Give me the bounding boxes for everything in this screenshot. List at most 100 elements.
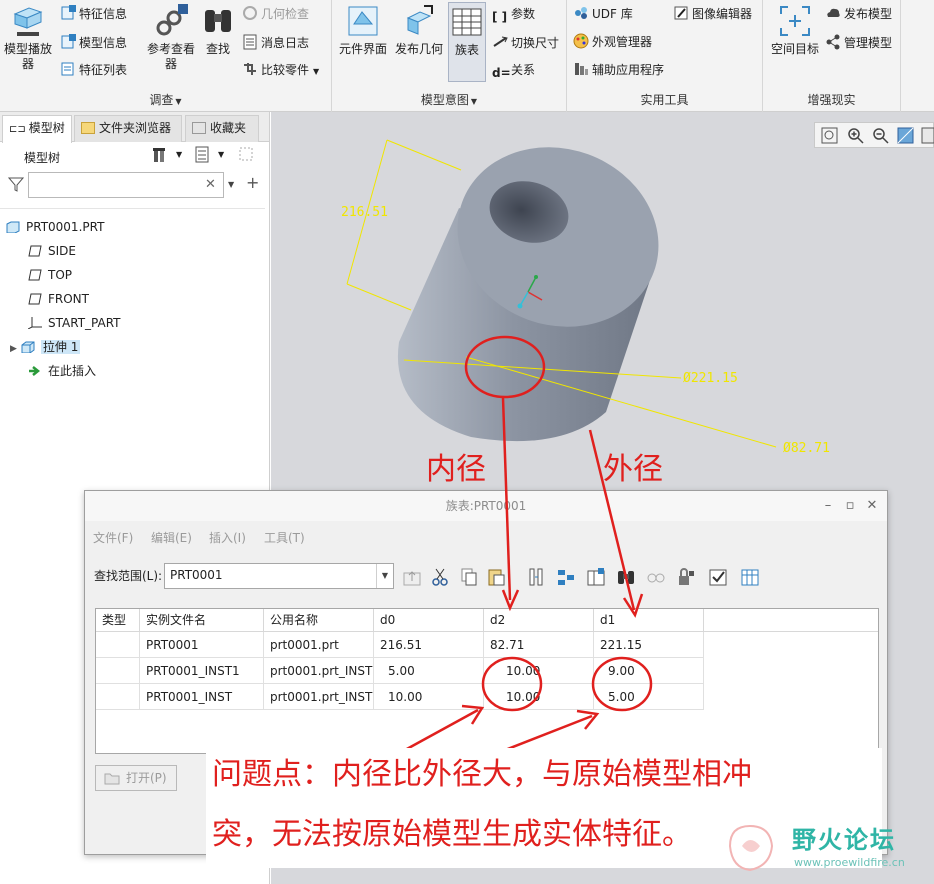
tree-item-extrude[interactable]: ▶ 拉伸 1 [10, 337, 81, 357]
feature-list-button[interactable]: 特征列表 [60, 60, 127, 80]
table-cell[interactable]: 216.51 [374, 632, 484, 658]
expand-arrow-icon[interactable]: ▶ [10, 344, 17, 354]
udf-library-button[interactable]: UDF 库 [573, 4, 633, 24]
close-icon[interactable]: ✕ [861, 491, 883, 521]
up-level-icon[interactable] [402, 567, 422, 587]
relations-icon: d= [492, 66, 511, 80]
table-cell[interactable]: PRT0001_INST1 [140, 658, 264, 684]
table-tree-icon[interactable] [556, 567, 576, 587]
table-cell[interactable]: PRT0001_INST [140, 684, 264, 710]
manage-model-button[interactable]: 管理模型 [825, 33, 892, 53]
filter-display-icon[interactable] [238, 146, 256, 164]
appearance-manager-label: 外观管理器 [592, 35, 653, 49]
column-header-d2[interactable]: d2 [484, 609, 594, 632]
menu-file[interactable]: 文件(F) [93, 529, 133, 546]
table-cell[interactable]: prt0001.prt_INST1 [264, 658, 374, 684]
column-header-type[interactable]: 类型 [96, 609, 140, 632]
model-info-button[interactable]: 模型信息 [60, 33, 127, 53]
table-cell[interactable] [96, 632, 140, 658]
tab-model-tree[interactable]: ⊏⊐ 模型树 [2, 115, 72, 143]
tab-folder-browser[interactable]: 文件夹浏览器 [74, 115, 182, 142]
copy-icon[interactable] [459, 567, 479, 587]
add-filter-icon[interactable]: + [246, 173, 259, 192]
table-cell[interactable]: 10.00 [374, 684, 484, 710]
menu-tools[interactable]: 工具(T) [264, 529, 305, 546]
tree-item-top[interactable]: TOP [28, 265, 72, 285]
feature-info-button[interactable]: 特征信息 [60, 4, 127, 24]
settings-list-icon[interactable] [194, 146, 212, 164]
relations-button[interactable]: d=关系 [492, 60, 535, 80]
auxiliary-apps-button[interactable]: 辅助应用程序 [573, 60, 664, 80]
parameters-button[interactable]: [ ] 参数 [492, 4, 535, 24]
insert-dimension-icon[interactable] [586, 567, 606, 587]
dimension-label-length[interactable]: 216.51 [341, 205, 388, 220]
column-header-d0[interactable]: d0 [374, 609, 484, 632]
table-cell[interactable]: 10.00 [484, 684, 594, 710]
geometry-check-button[interactable]: 几何检查 [242, 4, 309, 24]
spatial-target-button[interactable]: 空间目标 [765, 4, 825, 57]
insert-column-icon[interactable] [526, 567, 546, 587]
switch-dimensions-button[interactable]: 切换尺寸 [492, 33, 559, 53]
ref-viewer-button[interactable]: 参考查看器 [140, 4, 202, 72]
tools-icon[interactable] [152, 146, 170, 164]
table-cell[interactable]: prt0001.prt_INST [264, 684, 374, 710]
column-header-d1[interactable]: d1 [594, 609, 704, 632]
table-cell[interactable]: 82.71 [484, 632, 594, 658]
lock-icon[interactable] [676, 567, 696, 587]
publish-geometry-button[interactable]: 发布几何 [392, 4, 446, 57]
column-header-common-name[interactable]: 公用名称 [264, 609, 374, 632]
tree-item-start-part[interactable]: START_PART [27, 313, 121, 333]
dialog-titlebar[interactable]: 族表:PRT0001 – ▫ ✕ [85, 491, 887, 521]
component-interface-button[interactable]: 元件界面 [336, 4, 390, 57]
group-model-intent-label[interactable]: 模型意图 ▼ [332, 91, 566, 108]
dimension-label-outer[interactable]: Ø221.15 [683, 371, 738, 386]
tree-filter-input[interactable] [28, 172, 224, 198]
binoculars-icon [201, 4, 235, 38]
table-cell[interactable]: 10.00 [484, 658, 594, 684]
model-tree-icon: ⊏⊐ [9, 124, 26, 135]
cut-icon[interactable] [430, 567, 450, 587]
verify-instances-icon[interactable] [708, 567, 728, 587]
tab-favorites[interactable]: 收藏夹 [185, 115, 259, 142]
menu-edit[interactable]: 编辑(E) [151, 529, 192, 546]
image-editor-button[interactable]: 图像编辑器 [673, 4, 752, 24]
family-table-button[interactable]: 族表 [448, 2, 486, 82]
maximize-icon[interactable]: ▫ [839, 491, 861, 521]
model-player-button[interactable]: 模型播放器 [2, 4, 54, 72]
tab-model-tree-label: 模型树 [28, 121, 65, 135]
paste-icon[interactable] [486, 567, 506, 587]
group-investigate-label[interactable]: 调查 ▼ [0, 91, 331, 108]
message-log-button[interactable]: 消息日志 [242, 33, 309, 53]
cylinder-model[interactable] [397, 119, 684, 442]
table-cell[interactable]: 9.00 [594, 658, 704, 684]
tree-item-side[interactable]: SIDE [28, 241, 76, 261]
dimension-label-inner[interactable]: Ø82.71 [783, 441, 830, 456]
table-cell[interactable] [96, 658, 140, 684]
table-view-icon[interactable] [740, 567, 760, 587]
menu-insert[interactable]: 插入(I) [209, 529, 246, 546]
appearance-manager-button[interactable]: 外观管理器 [573, 32, 652, 52]
table-cell[interactable]: 5.00 [594, 684, 704, 710]
filter-chevron-down-icon[interactable]: ▼ [228, 180, 234, 189]
compare-parts-button[interactable]: 比较零件 ▼ [242, 60, 319, 80]
find-binoculars-icon[interactable] [616, 567, 636, 587]
tree-item-insert-here[interactable]: 在此插入 [28, 361, 96, 381]
table-cell[interactable]: 5.00 [374, 658, 484, 684]
tree-item-part[interactable]: PRT0001.PRT [6, 217, 104, 237]
settings-chevron-down-icon[interactable]: ▼ [218, 150, 224, 159]
tree-item-front[interactable]: FRONT [28, 289, 89, 309]
minimize-icon[interactable]: – [817, 491, 839, 521]
find-button[interactable]: 查找 [200, 4, 236, 57]
table-cell[interactable]: prt0001.prt [264, 632, 374, 658]
table-cell[interactable]: 221.15 [594, 632, 704, 658]
clear-icon[interactable]: ✕ [205, 177, 216, 192]
preview-glasses-icon[interactable] [646, 567, 666, 587]
open-button[interactable]: 打开(P) [95, 765, 177, 791]
lookup-combo[interactable]: PRT0001 ▼ [164, 563, 394, 589]
table-cell[interactable]: PRT0001 [140, 632, 264, 658]
column-header-instance-name[interactable]: 实例文件名 [140, 609, 264, 632]
publish-model-button[interactable]: 发布模型 [825, 4, 892, 24]
table-cell[interactable] [96, 684, 140, 710]
combo-chevron-down-icon[interactable]: ▼ [376, 564, 393, 588]
tools-chevron-down-icon[interactable]: ▼ [176, 150, 182, 159]
